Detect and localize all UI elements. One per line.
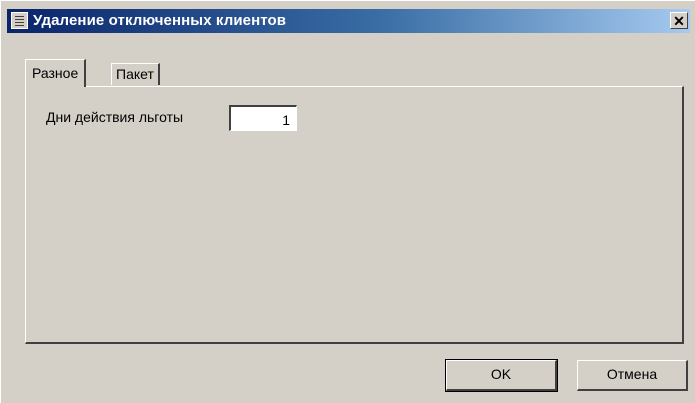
cancel-button[interactable]: Отмена <box>577 360 688 391</box>
close-icon: ✕ <box>673 13 685 29</box>
tab-raznoe[interactable]: Разное <box>25 59 87 87</box>
close-button[interactable]: ✕ <box>670 12 688 29</box>
grace-days-input[interactable] <box>229 105 297 131</box>
tab-paket[interactable]: Пакет <box>111 63 160 85</box>
form-icon <box>11 12 28 29</box>
tab-panel: Дни действия льготы <box>25 86 684 344</box>
ok-button[interactable]: OK <box>445 359 558 392</box>
title-bar[interactable]: Удаление отключенных клиентов ✕ <box>7 9 690 33</box>
window-title: Удаление отключенных клиентов <box>33 12 287 29</box>
dialog-window: Удаление отключенных клиентов ✕ Разное П… <box>0 0 695 403</box>
grace-days-label: Дни действия льготы <box>46 109 184 125</box>
